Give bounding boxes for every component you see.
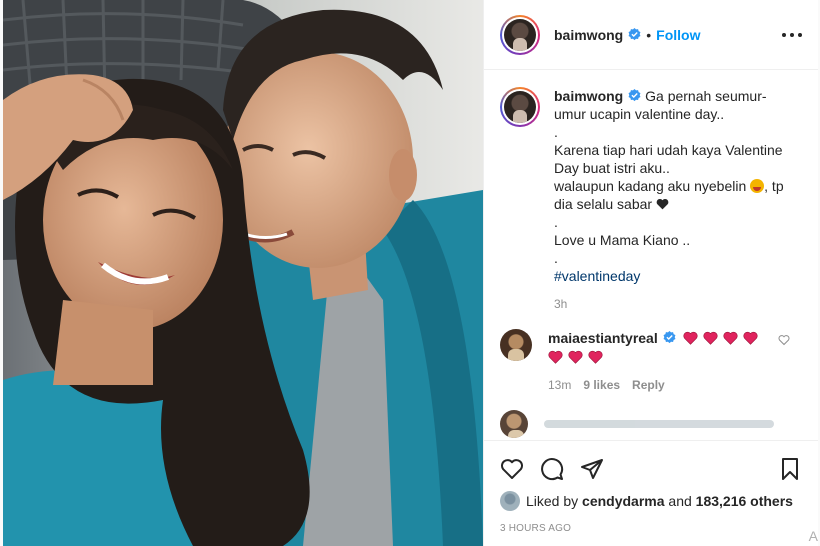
caption-line: , tp — [764, 178, 784, 194]
next-comment-cropped — [544, 420, 774, 428]
comment-time: 13m — [548, 378, 572, 392]
comments-area[interactable]: baimwong Ga pernah seumur- umur ucapin v… — [484, 71, 818, 440]
comment-like-heart-icon[interactable] — [778, 334, 790, 346]
author-avatar-story-ring[interactable] — [500, 14, 540, 55]
face-emoji-icon — [750, 179, 765, 193]
caption-line: Karena tiap hari udah kaya Valentine — [554, 142, 783, 158]
red-heart-icon — [683, 331, 698, 345]
red-heart-icon — [548, 350, 563, 364]
caption-line: . — [554, 250, 558, 266]
caption-text: baimwong Ga pernah seumur- umur ucapin v… — [554, 87, 784, 285]
caption-line: Ga pernah seumur- — [645, 88, 767, 104]
verified-badge-icon — [628, 89, 641, 102]
reply-button[interactable]: Reply — [632, 378, 665, 392]
liked-by-prefix: Liked by — [526, 493, 579, 509]
comment-hearts-row-1 — [683, 331, 758, 345]
caption: baimwong Ga pernah seumur- umur ucapin v… — [500, 87, 802, 311]
liked-by-middle: and — [668, 493, 692, 509]
red-heart-icon — [723, 331, 738, 345]
red-heart-icon — [703, 331, 718, 345]
comment-hearts-row-2 — [548, 350, 778, 364]
commenter-username[interactable]: maiaestiantyreal — [548, 330, 658, 346]
commenter-avatar[interactable] — [500, 329, 532, 361]
author-username[interactable]: baimwong — [554, 27, 623, 43]
caption-line: dia selalu sabar — [554, 196, 653, 212]
hashtag-link[interactable]: #valentineday — [554, 268, 640, 284]
share-icon[interactable] — [580, 457, 604, 481]
likes-count[interactable]: 183,216 others — [696, 493, 793, 509]
caption-line: walaupun kadang aku nyebelin — [554, 178, 747, 194]
couple-photo-illustration — [3, 0, 483, 546]
next-comment-partial — [500, 410, 802, 438]
red-heart-icon — [588, 350, 603, 364]
caption-line: Love u Mama Kiano .. — [554, 232, 691, 248]
heart-outline-icon[interactable] — [500, 457, 524, 481]
verified-badge-icon — [663, 331, 676, 344]
action-icons — [500, 449, 802, 489]
caption-avatar-story-ring[interactable] — [500, 87, 540, 127]
red-heart-icon — [568, 350, 583, 364]
bookmark-icon[interactable] — [778, 457, 802, 481]
header-separator: • — [646, 26, 652, 43]
comment-meta: 13m 9 likes Reply — [548, 378, 778, 392]
follow-button[interactable]: Follow — [656, 27, 700, 43]
post-actions: Liked by cendydarma and 183,216 others 3… — [484, 440, 818, 546]
post-photo[interactable] — [3, 0, 483, 546]
verified-badge-icon — [628, 28, 641, 41]
liker-avatar[interactable] — [500, 491, 520, 511]
corner-mark: A — [808, 528, 818, 544]
post-timestamp: 3 HOURS AGO — [500, 523, 572, 534]
caption-line: . — [554, 214, 558, 230]
red-heart-icon — [743, 331, 758, 345]
comment-body: maiaestiantyreal — [548, 329, 778, 364]
likes-summary: Liked by cendydarma and 183,216 others — [500, 491, 802, 511]
comment: maiaestiantyreal 13m 9 likes Reply — [500, 329, 802, 392]
more-options-icon[interactable] — [782, 26, 802, 44]
next-commenter-avatar[interactable] — [500, 410, 528, 438]
caption-time: 3h — [554, 297, 568, 311]
author-avatar — [504, 18, 536, 51]
post-side-panel: baimwong • Follow baimwong Ga pernah seu… — [483, 0, 818, 546]
post-header: baimwong • Follow — [484, 0, 818, 70]
comment-icon[interactable] — [540, 457, 564, 481]
caption-line: . — [554, 124, 558, 140]
liker-username[interactable]: cendydarma — [582, 493, 664, 509]
caption-line: umur ucapin valentine day.. — [554, 106, 725, 122]
comment-likes[interactable]: 9 likes — [583, 378, 620, 392]
instagram-post: baimwong • Follow baimwong Ga pernah seu… — [3, 0, 818, 546]
caption-avatar — [504, 91, 536, 123]
caption-username[interactable]: baimwong — [554, 88, 623, 104]
caption-line: Day buat istri aku.. — [554, 160, 670, 176]
black-heart-icon — [656, 198, 669, 210]
